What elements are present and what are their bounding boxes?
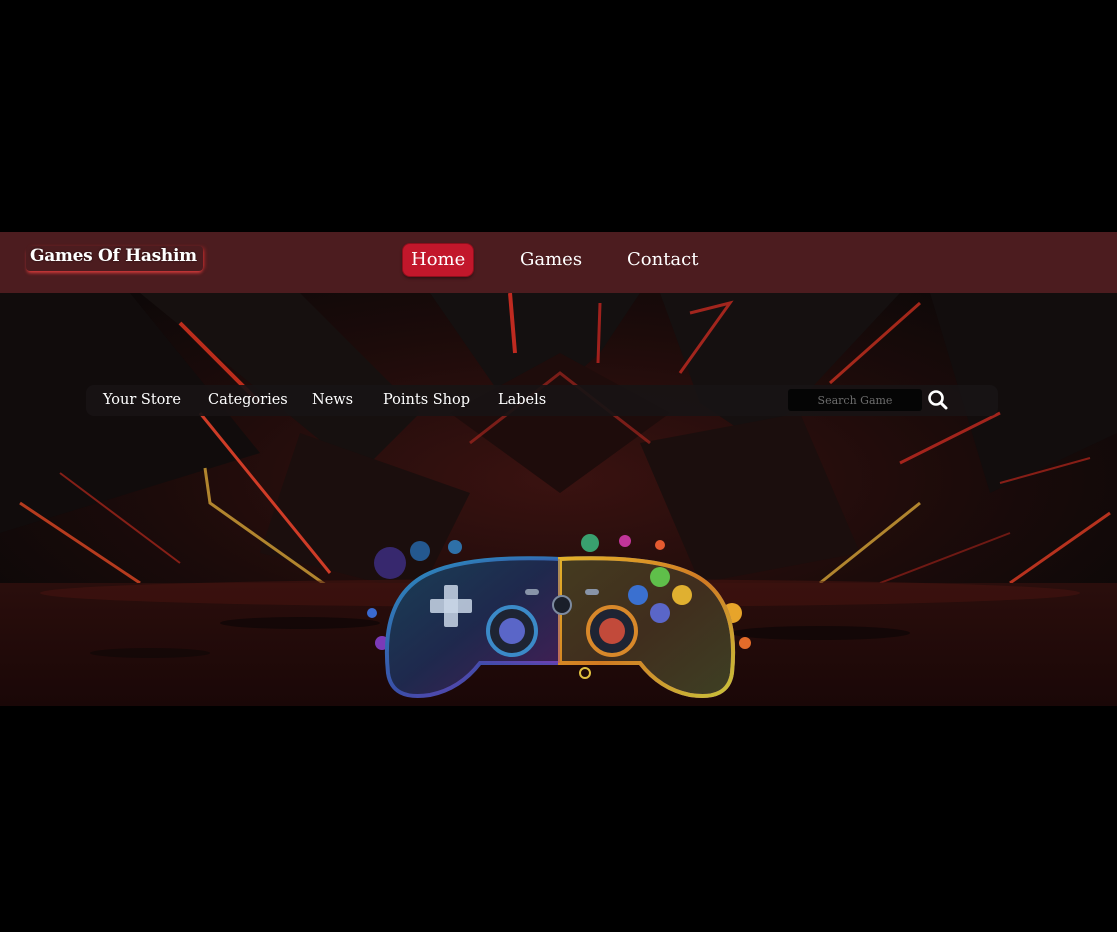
store-subnav: Your Store Categories News Points Shop L… (86, 385, 998, 416)
hero-banner: Your Store Categories News Points Shop L… (0, 293, 1117, 706)
subnav-news[interactable]: News (312, 385, 353, 416)
subnav-points-shop[interactable]: Points Shop (383, 385, 470, 416)
nav-home[interactable]: Home (403, 244, 474, 276)
search-box (788, 389, 922, 412)
subnav-categories[interactable]: Categories (208, 385, 288, 416)
page: Games Of Hashim Home Games Contact Your … (0, 0, 1117, 932)
site-logo[interactable]: Games Of Hashim (26, 246, 203, 271)
site-header: Games Of Hashim Home Games Contact (0, 232, 1117, 293)
nav-contact[interactable]: Contact (627, 244, 698, 276)
nav-games[interactable]: Games (520, 244, 582, 276)
gamepad-controller-icon (367, 534, 751, 698)
search-icon[interactable] (926, 388, 950, 412)
search-input[interactable] (788, 389, 922, 412)
subnav-your-store[interactable]: Your Store (103, 385, 181, 416)
subnav-labels[interactable]: Labels (498, 385, 546, 416)
